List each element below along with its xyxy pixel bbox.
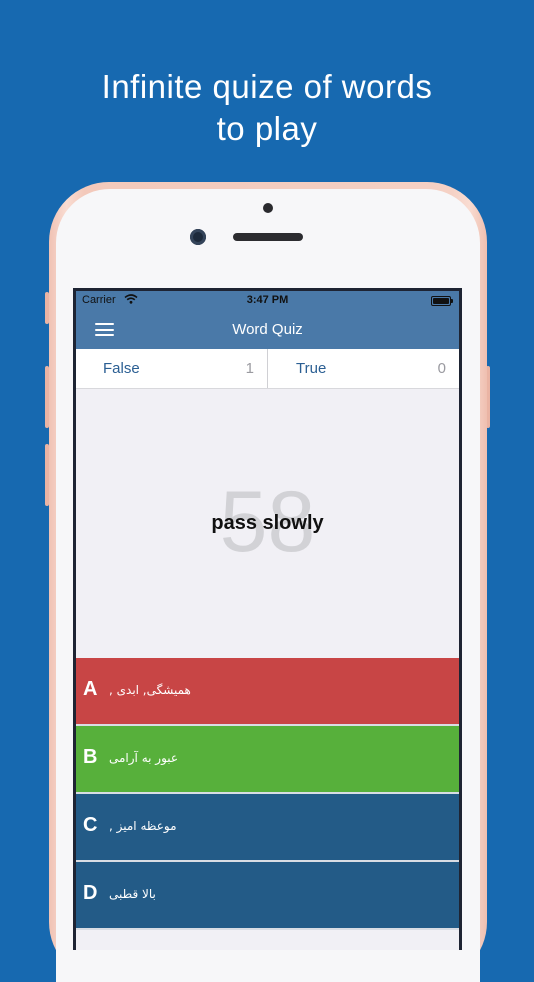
answer-letter: B — [83, 746, 98, 768]
answer-letter: D — [83, 882, 98, 904]
headline-line-1: Infinite quize of words — [101, 68, 433, 105]
earpiece-speaker — [233, 233, 303, 241]
promo-headline: Infinite quize of words to play — [0, 66, 534, 150]
question-area: 58 pass slowly — [76, 388, 459, 658]
headline-line-2: to play — [216, 110, 318, 147]
true-score-label: True — [296, 360, 327, 377]
proximity-sensor — [263, 203, 273, 213]
answer-letter: C — [83, 814, 98, 836]
false-score-count: 1 — [245, 360, 254, 377]
app-window: Carrier 3:47 PM Word Quiz False 1 True 0 — [76, 291, 459, 950]
front-camera-icon — [190, 229, 206, 245]
answer-text: عبور به آرامی — [109, 751, 179, 765]
score-bar: False 1 True 0 — [76, 349, 459, 389]
answer-option-b[interactable]: B عبور به آرامی — [76, 726, 459, 794]
answer-text: همیشگی, ابدی , — [109, 683, 191, 697]
answer-list: A همیشگی, ابدی , B عبور به آرامی C موعظه… — [76, 658, 459, 930]
answer-option-d[interactable]: D بالا قطبی — [76, 862, 459, 930]
answer-text: بالا قطبی — [109, 887, 156, 901]
battery-icon — [431, 296, 453, 306]
page-title: Word Quiz — [232, 321, 303, 338]
navigation-bar: Word Quiz — [76, 309, 459, 349]
question-word: pass slowly — [211, 512, 324, 534]
true-score-count: 0 — [437, 360, 446, 377]
answer-text: موعظه امیز , — [109, 819, 177, 833]
true-score-cell: True 0 — [268, 349, 459, 388]
answer-option-c[interactable]: C موعظه امیز , — [76, 794, 459, 862]
status-bar: Carrier 3:47 PM — [76, 291, 459, 309]
false-score-label: False — [103, 360, 140, 377]
false-score-cell: False 1 — [76, 349, 268, 388]
phone-screen: Carrier 3:47 PM Word Quiz False 1 True 0 — [73, 288, 462, 950]
answer-letter: A — [83, 678, 98, 700]
clock-time: 3:47 PM — [246, 294, 289, 306]
answer-option-a[interactable]: A همیشگی, ابدی , — [76, 658, 459, 726]
